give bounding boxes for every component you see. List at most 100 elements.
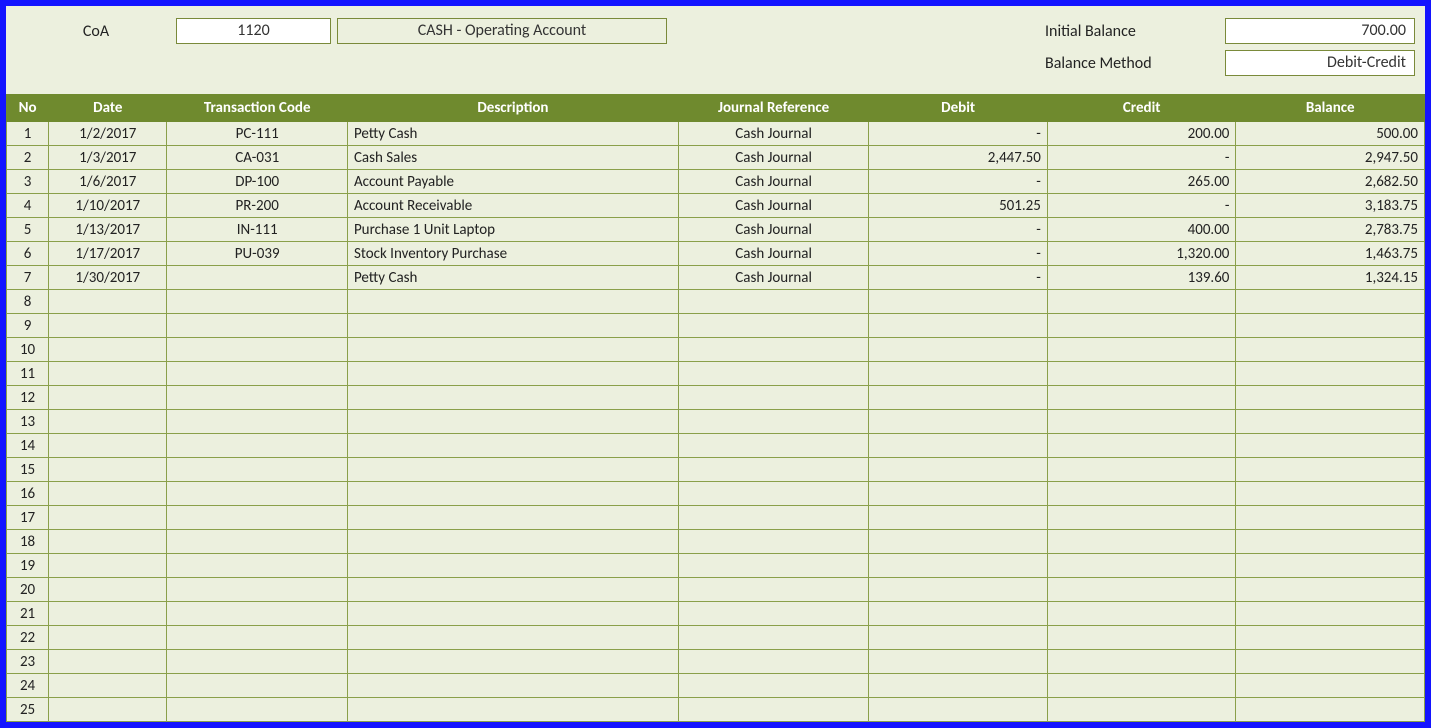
cell-desc[interactable] bbox=[347, 410, 678, 434]
cell-desc[interactable] bbox=[347, 602, 678, 626]
cell-no[interactable]: 19 bbox=[7, 554, 49, 578]
cell-balance[interactable]: 1,463.75 bbox=[1236, 242, 1425, 266]
cell-jref[interactable] bbox=[678, 314, 869, 338]
cell-credit[interactable] bbox=[1047, 362, 1236, 386]
cell-balance[interactable]: 3,183.75 bbox=[1236, 194, 1425, 218]
cell-desc[interactable]: Account Receivable bbox=[347, 194, 678, 218]
cell-balance[interactable] bbox=[1236, 410, 1425, 434]
cell-balance[interactable]: 2,783.75 bbox=[1236, 218, 1425, 242]
cell-balance[interactable] bbox=[1236, 530, 1425, 554]
cell-debit[interactable] bbox=[869, 674, 1048, 698]
cell-desc[interactable]: Stock Inventory Purchase bbox=[347, 242, 678, 266]
initial-balance-field[interactable]: 700.00 bbox=[1225, 18, 1415, 44]
cell-date[interactable] bbox=[49, 626, 167, 650]
cell-date[interactable]: 1/3/2017 bbox=[49, 146, 167, 170]
cell-date[interactable]: 1/30/2017 bbox=[49, 266, 167, 290]
cell-code[interactable]: PU-039 bbox=[167, 242, 348, 266]
cell-no[interactable]: 15 bbox=[7, 458, 49, 482]
cell-balance[interactable] bbox=[1236, 578, 1425, 602]
cell-debit[interactable] bbox=[869, 698, 1048, 722]
cell-code[interactable]: PC-111 bbox=[167, 122, 348, 146]
cell-no[interactable]: 20 bbox=[7, 578, 49, 602]
cell-desc[interactable] bbox=[347, 338, 678, 362]
cell-jref[interactable] bbox=[678, 530, 869, 554]
cell-date[interactable] bbox=[49, 650, 167, 674]
cell-credit[interactable] bbox=[1047, 314, 1236, 338]
cell-balance[interactable] bbox=[1236, 602, 1425, 626]
cell-debit[interactable] bbox=[869, 362, 1048, 386]
cell-code[interactable] bbox=[167, 314, 348, 338]
cell-desc[interactable] bbox=[347, 554, 678, 578]
cell-jref[interactable] bbox=[678, 626, 869, 650]
cell-no[interactable]: 1 bbox=[7, 122, 49, 146]
cell-jref[interactable] bbox=[678, 482, 869, 506]
cell-date[interactable] bbox=[49, 482, 167, 506]
cell-debit[interactable]: 2,447.50 bbox=[869, 146, 1048, 170]
cell-date[interactable]: 1/6/2017 bbox=[49, 170, 167, 194]
cell-jref[interactable]: Cash Journal bbox=[678, 146, 869, 170]
balance-method-field[interactable]: Debit-Credit bbox=[1225, 50, 1415, 76]
cell-no[interactable]: 14 bbox=[7, 434, 49, 458]
cell-debit[interactable] bbox=[869, 554, 1048, 578]
cell-debit[interactable]: - bbox=[869, 266, 1048, 290]
cell-balance[interactable] bbox=[1236, 554, 1425, 578]
cell-no[interactable]: 7 bbox=[7, 266, 49, 290]
cell-no[interactable]: 5 bbox=[7, 218, 49, 242]
cell-no[interactable]: 6 bbox=[7, 242, 49, 266]
cell-desc[interactable] bbox=[347, 482, 678, 506]
cell-jref[interactable] bbox=[678, 602, 869, 626]
cell-jref[interactable] bbox=[678, 578, 869, 602]
cell-balance[interactable] bbox=[1236, 626, 1425, 650]
cell-credit[interactable] bbox=[1047, 482, 1236, 506]
col-header-code[interactable]: Transaction Code bbox=[167, 95, 348, 122]
cell-credit[interactable] bbox=[1047, 626, 1236, 650]
cell-no[interactable]: 3 bbox=[7, 170, 49, 194]
cell-credit[interactable]: 139.60 bbox=[1047, 266, 1236, 290]
cell-credit[interactable] bbox=[1047, 554, 1236, 578]
cell-desc[interactable] bbox=[347, 650, 678, 674]
cell-desc[interactable] bbox=[347, 458, 678, 482]
cell-credit[interactable] bbox=[1047, 578, 1236, 602]
col-header-desc[interactable]: Description bbox=[347, 95, 678, 122]
cell-debit[interactable] bbox=[869, 314, 1048, 338]
cell-jref[interactable] bbox=[678, 650, 869, 674]
cell-no[interactable]: 10 bbox=[7, 338, 49, 362]
cell-jref[interactable] bbox=[678, 434, 869, 458]
cell-credit[interactable] bbox=[1047, 698, 1236, 722]
cell-debit[interactable] bbox=[869, 386, 1048, 410]
cell-no[interactable]: 11 bbox=[7, 362, 49, 386]
cell-no[interactable]: 22 bbox=[7, 626, 49, 650]
coa-input[interactable]: 1120 bbox=[176, 18, 331, 44]
cell-desc[interactable] bbox=[347, 314, 678, 338]
cell-date[interactable]: 1/10/2017 bbox=[49, 194, 167, 218]
cell-jref[interactable] bbox=[678, 554, 869, 578]
cell-date[interactable] bbox=[49, 578, 167, 602]
cell-code[interactable] bbox=[167, 386, 348, 410]
cell-code[interactable] bbox=[167, 698, 348, 722]
cell-no[interactable]: 16 bbox=[7, 482, 49, 506]
cell-jref[interactable] bbox=[678, 290, 869, 314]
cell-code[interactable] bbox=[167, 626, 348, 650]
cell-code[interactable] bbox=[167, 530, 348, 554]
cell-debit[interactable] bbox=[869, 578, 1048, 602]
cell-debit[interactable] bbox=[869, 602, 1048, 626]
cell-credit[interactable] bbox=[1047, 434, 1236, 458]
cell-credit[interactable] bbox=[1047, 530, 1236, 554]
cell-date[interactable] bbox=[49, 698, 167, 722]
cell-date[interactable] bbox=[49, 410, 167, 434]
cell-credit[interactable] bbox=[1047, 290, 1236, 314]
cell-date[interactable]: 1/13/2017 bbox=[49, 218, 167, 242]
cell-code[interactable] bbox=[167, 266, 348, 290]
cell-debit[interactable]: - bbox=[869, 122, 1048, 146]
cell-no[interactable]: 9 bbox=[7, 314, 49, 338]
cell-no[interactable]: 12 bbox=[7, 386, 49, 410]
col-header-balance[interactable]: Balance bbox=[1236, 95, 1425, 122]
cell-code[interactable] bbox=[167, 290, 348, 314]
cell-desc[interactable] bbox=[347, 386, 678, 410]
cell-debit[interactable] bbox=[869, 626, 1048, 650]
cell-debit[interactable] bbox=[869, 434, 1048, 458]
cell-balance[interactable] bbox=[1236, 674, 1425, 698]
cell-date[interactable] bbox=[49, 362, 167, 386]
col-header-jref[interactable]: Journal Reference bbox=[678, 95, 869, 122]
cell-desc[interactable] bbox=[347, 530, 678, 554]
